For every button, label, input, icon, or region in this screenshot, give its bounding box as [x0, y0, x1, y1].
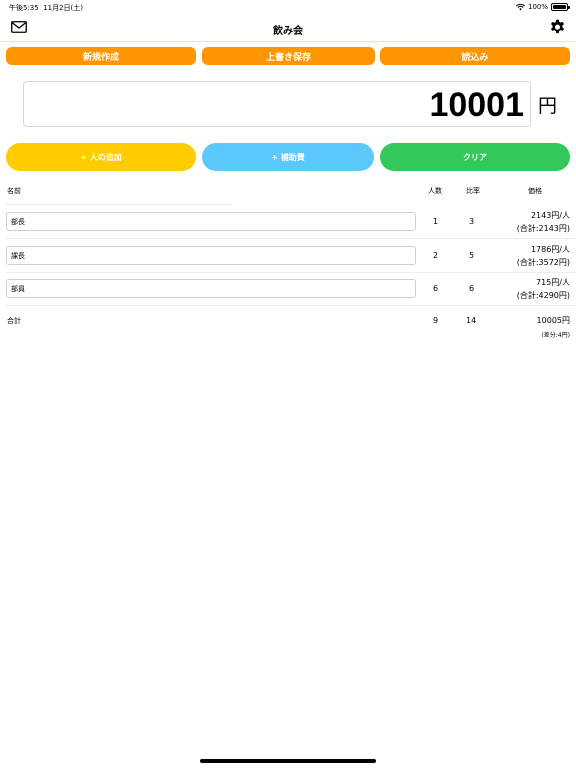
header-divider — [6, 204, 232, 205]
load-button[interactable]: 読込み — [380, 47, 570, 65]
wifi-icon — [515, 3, 525, 10]
row-divider — [6, 238, 576, 239]
header-price: 価格 — [528, 187, 542, 195]
home-indicator — [200, 759, 376, 763]
page-title: 飲み会 — [273, 26, 303, 37]
new-button[interactable]: 新規作成 — [6, 47, 196, 65]
header-count: 人数 — [428, 187, 442, 195]
row-per-person: 2143円/人 — [530, 211, 570, 220]
row-divider — [6, 272, 576, 273]
row-price: 715円/人 (合計:4290円) — [517, 276, 570, 302]
row-count[interactable]: 2 — [433, 251, 438, 260]
nav-bar: 飲み会 — [0, 14, 576, 42]
row-subtotal: (合計:3572円) — [516, 258, 570, 267]
total-label: 合計 — [7, 317, 21, 325]
total-ratio: 14 — [466, 316, 477, 325]
row-price: 1786円/人 (合計:3572円) — [517, 243, 570, 269]
yen-unit-label: 円 — [538, 95, 558, 117]
total-amount-value: 10001 — [429, 86, 524, 124]
status-bar: 午後5:35 11月2日(土) 100% — [0, 0, 576, 14]
row-count[interactable]: 6 — [433, 284, 438, 293]
row-per-person: 1786円/人 — [530, 245, 570, 254]
row-name-input[interactable]: 部員 — [6, 279, 416, 298]
row-subtotal: (合計:4290円) — [516, 291, 570, 300]
battery-icon — [551, 3, 570, 11]
save-button[interactable]: 上書き保存 — [202, 47, 375, 65]
add-person-button[interactable]: + 人の追加 — [6, 143, 196, 171]
total-difference: (差分:4円) — [541, 332, 570, 339]
status-indicators: 100% — [515, 3, 570, 11]
row-name-input[interactable]: 課長 — [6, 246, 416, 265]
add-subsidy-button[interactable]: + 補助費 — [202, 143, 374, 171]
header-name: 名前 — [7, 187, 21, 195]
clear-button[interactable]: クリア — [380, 143, 570, 171]
row-ratio[interactable]: 6 — [469, 284, 474, 293]
total-amount: 10005円 — [536, 316, 570, 325]
total-amount-input[interactable]: 10001 — [23, 81, 531, 127]
total-count: 9 — [433, 316, 439, 325]
row-count[interactable]: 1 — [433, 217, 438, 226]
gear-icon[interactable] — [549, 19, 566, 36]
row-per-person: 715円/人 — [536, 278, 570, 287]
row-ratio[interactable]: 3 — [469, 217, 474, 226]
header-ratio: 比率 — [466, 187, 480, 195]
row-divider — [6, 305, 576, 306]
row-price: 2143円/人 (合計:2143円) — [517, 209, 570, 235]
battery-fill — [553, 5, 566, 9]
status-time: 午後5:35 11月2日(土) — [9, 4, 84, 12]
battery-percent: 100% — [527, 3, 548, 11]
row-ratio[interactable]: 5 — [469, 251, 474, 260]
row-name-input[interactable]: 部長 — [6, 212, 416, 231]
row-subtotal: (合計:2143円) — [516, 224, 570, 233]
